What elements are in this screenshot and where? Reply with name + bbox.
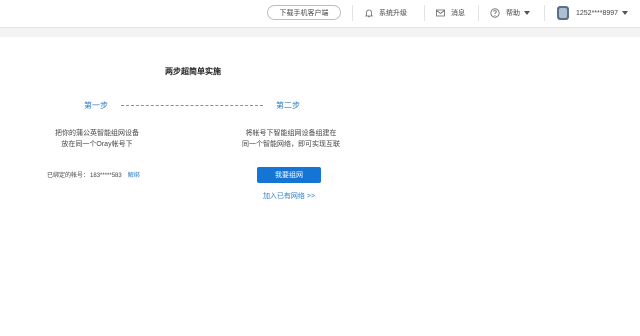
- account-menu[interactable]: 1252****8997: [557, 0, 629, 26]
- step-connector: [121, 105, 263, 106]
- divider: [352, 5, 353, 21]
- download-client-button[interactable]: 下载手机客户端: [267, 5, 341, 20]
- unbind-link[interactable]: 解绑: [128, 173, 140, 179]
- step1-desc-line1: 把你的蒲公英智能组网设备: [55, 130, 139, 137]
- help-label: 帮助: [506, 10, 520, 17]
- mail-icon: [436, 9, 445, 17]
- step1-description: 把你的蒲公英智能组网设备 放在同一个Oray帐号下: [40, 128, 154, 150]
- step2-description: 将帐号下智能组网设备组建在 同一个智能网络，即可实现互联: [226, 128, 356, 150]
- chevron-down-icon: [622, 11, 629, 15]
- chevron-down-icon: [524, 11, 530, 15]
- create-network-button[interactable]: 我要组网: [257, 167, 321, 183]
- help-menu[interactable]: 帮助: [490, 0, 530, 26]
- step2-label: 第二步: [276, 101, 300, 110]
- divider: [544, 5, 545, 21]
- page-title: 两步超简单实施: [165, 67, 221, 76]
- main-content: 两步超简单实施 第一步 第二步 把你的蒲公英智能组网设备 放在同一个Oray帐号…: [0, 37, 640, 336]
- system-upgrade-label: 系统升级: [379, 10, 407, 17]
- account-label: 1252****8997: [576, 9, 619, 17]
- step2-desc-line2: 同一个智能网络，即可实现互联: [242, 141, 340, 148]
- messages-item[interactable]: 消息: [436, 0, 465, 26]
- step1-label: 第一步: [84, 101, 108, 110]
- divider: [424, 5, 425, 21]
- bound-account-label: 已绑定的帐号：: [47, 173, 90, 179]
- step1-desc-line2: 放在同一个Oray帐号下: [61, 141, 133, 148]
- top-bar: 下载手机客户端 系统升级 消息 帮助 1252****8997: [0, 0, 640, 28]
- join-network-link[interactable]: 加入已有网络 >>: [240, 191, 338, 201]
- step2-desc-line1: 将帐号下智能组网设备组建在: [245, 130, 337, 137]
- bound-account-value: 183*****583: [90, 173, 122, 179]
- divider: [478, 5, 479, 21]
- bound-account-row: 已绑定的帐号：183*****583 解绑: [47, 170, 140, 179]
- bell-icon: [365, 9, 373, 18]
- help-icon: [490, 8, 500, 18]
- avatar: [557, 6, 569, 20]
- messages-label: 消息: [451, 10, 465, 17]
- system-upgrade-item[interactable]: 系统升级: [365, 0, 407, 26]
